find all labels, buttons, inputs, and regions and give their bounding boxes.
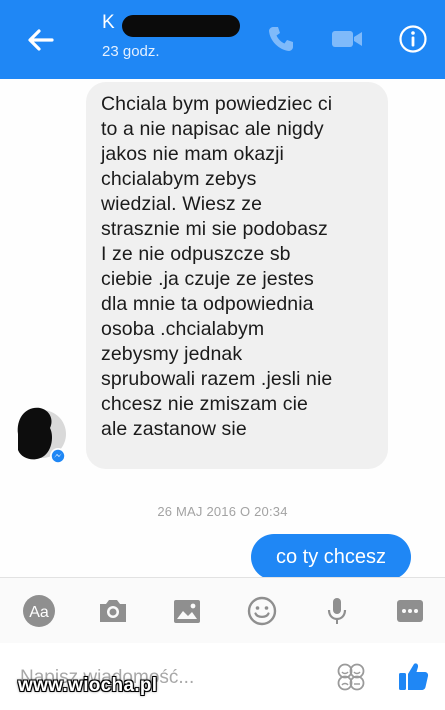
phone-icon[interactable] — [265, 24, 299, 54]
info-icon[interactable] — [398, 24, 428, 54]
redaction-bar — [122, 15, 240, 37]
message-line: ciebie .ja czuje ze jestes — [101, 268, 314, 290]
back-arrow-icon[interactable] — [22, 22, 58, 58]
text-style-label: Aa — [29, 604, 49, 621]
composer-toolbar: Aa — [0, 577, 445, 643]
message-input-row: Napisz wiadomość... www.wiocha.pl — [0, 643, 445, 710]
message-line: Chciala bym powiedziec ci — [101, 93, 333, 115]
incoming-message-bubble[interactable]: Chciala bym powiedziec ci to a nie napis… — [86, 82, 388, 469]
emoji-icon[interactable] — [245, 594, 279, 628]
message-line: sprubowali razem .jesli nie — [101, 368, 333, 390]
contact-avatar[interactable] — [10, 404, 70, 468]
message-line: I ze nie odpuszcze sb — [101, 243, 291, 265]
watermark-text: www.wiocha.pl — [18, 675, 158, 696]
last-active-status: 23 godz. — [102, 43, 160, 60]
message-thread[interactable]: Chciala bym powiedziec ci to a nie napis… — [0, 79, 445, 580]
gallery-icon[interactable] — [170, 594, 204, 628]
video-camera-icon[interactable] — [330, 24, 364, 54]
message-line: wiedzial. Wiesz ze — [101, 193, 263, 215]
microphone-icon[interactable] — [320, 594, 354, 628]
message-line: osoba .chcialabym — [101, 318, 265, 340]
contact-name[interactable]: K — [102, 12, 115, 34]
more-icon[interactable] — [393, 594, 427, 628]
thumbs-up-icon[interactable] — [396, 659, 430, 693]
text-style-icon[interactable]: Aa — [22, 594, 56, 628]
sticker-emoji-icon[interactable] — [335, 661, 367, 693]
message-line: chcesz nie zmiszam cie — [101, 393, 309, 415]
message-line: zebysmy jednak — [101, 343, 243, 365]
message-line: strasznie mi sie podobasz — [101, 218, 328, 240]
camera-icon[interactable] — [96, 594, 130, 628]
message-line: to a nie napisac ale nigdy — [101, 118, 324, 140]
message-timestamp: 26 MAJ 2016 O 20:34 — [157, 504, 288, 519]
outgoing-message-bubble[interactable]: co ty chcesz — [251, 534, 411, 580]
message-line: ale zastanow sie — [101, 418, 247, 440]
message-line: dla mnie ta odpowiednia — [101, 293, 314, 315]
conversation-header: K 23 godz. — [0, 0, 445, 79]
message-line: chcialabym zebys — [101, 168, 257, 190]
message-line: jakos nie mam okazji — [101, 143, 284, 165]
